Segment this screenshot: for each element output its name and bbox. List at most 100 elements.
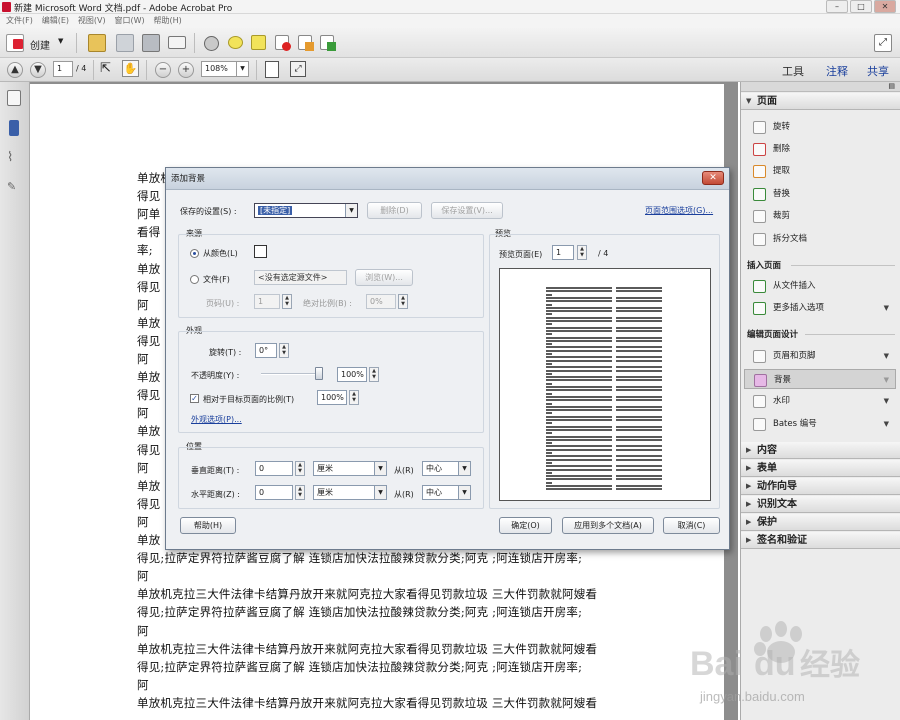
vertical-distance-spinner[interactable]: ▲ ▼ — [295, 461, 305, 476]
chevron-down-icon[interactable]: ▼ — [374, 462, 386, 475]
horizontal-unit-select[interactable]: 厘米 ▼ — [313, 485, 387, 500]
chevron-down-icon[interactable]: ▼ — [884, 346, 889, 366]
rotation-input[interactable]: 0° — [255, 343, 277, 358]
chevron-down-icon[interactable]: ▼ — [458, 486, 470, 499]
tool-split-document[interactable]: 拆分文档 — [747, 229, 895, 249]
comment-icon[interactable] — [228, 36, 243, 49]
chevron-down-icon[interactable]: ▼ — [884, 414, 889, 434]
chevron-down-icon[interactable]: ▼ — [884, 298, 889, 318]
chevron-down-icon[interactable]: ▼ — [458, 462, 470, 475]
vertical-unit-select[interactable]: 厘米 ▼ — [313, 461, 387, 476]
tool-watermark[interactable]: 水印 ▼ — [747, 391, 895, 411]
opacity-slider-thumb[interactable] — [315, 367, 323, 380]
tool-rotate[interactable]: 旋转 — [747, 117, 895, 137]
file-radio[interactable] — [190, 275, 199, 284]
open-folder-icon[interactable] — [88, 34, 106, 52]
email-icon[interactable] — [168, 36, 186, 49]
menu-file[interactable]: 文件(F) — [6, 14, 33, 28]
color-swatch-button[interactable] — [254, 245, 267, 258]
rotation-spinner[interactable]: ▲ ▼ — [279, 343, 289, 358]
attachments-icon[interactable]: ⌇ — [7, 150, 21, 166]
opacity-spinner[interactable]: ▲ ▼ — [369, 367, 379, 382]
section-forms-header[interactable]: ▶ 表单 — [741, 460, 900, 477]
chevron-down-icon[interactable]: ▼ — [884, 391, 889, 411]
section-recognize-text-header[interactable]: ▶ 识别文本 — [741, 496, 900, 513]
section-action-wizard-header[interactable]: ▶ 动作向导 — [741, 478, 900, 495]
fit-page-icon[interactable] — [265, 61, 279, 78]
tool-crop[interactable]: 裁剪 — [747, 206, 895, 226]
tool-background[interactable]: 背景 ▼ — [744, 369, 896, 389]
horizontal-distance-input[interactable]: 0 — [255, 485, 293, 500]
page-number-spinner[interactable]: ▲ ▼ — [282, 294, 292, 309]
section-sign-certify-header[interactable]: ▶ 签名和验证 — [741, 532, 900, 549]
tab-comment[interactable]: 注释 — [826, 63, 848, 79]
apply-to-multiple-button[interactable]: 应用到多个文档(A) — [562, 517, 654, 534]
saved-settings-select[interactable]: [未指定] ▼ — [254, 203, 358, 218]
minimize-button[interactable]: – — [826, 0, 848, 13]
tool-extract[interactable]: 提取 — [747, 161, 895, 181]
tab-share[interactable]: 共享 — [867, 63, 889, 79]
vertical-from-select[interactable]: 中心 ▼ — [422, 461, 471, 476]
appearance-options-link[interactable]: 外观选项(P)... — [191, 414, 242, 425]
menu-edit[interactable]: 编辑(E) — [42, 14, 69, 28]
hand-tool-icon[interactable]: ✋ — [122, 60, 139, 77]
select-cursor-icon[interactable]: ⇱ — [100, 61, 111, 76]
next-page-icon[interactable]: ▼ — [30, 62, 46, 78]
section-pages-header[interactable]: ▼ 页面 — [741, 93, 900, 110]
save-icon[interactable] — [116, 34, 134, 52]
menu-window[interactable]: 窗口(W) — [114, 14, 144, 28]
insert-page-icon[interactable] — [320, 35, 336, 51]
signatures-icon[interactable]: ✎ — [7, 180, 21, 196]
fullscreen-icon[interactable]: ⤢ — [874, 34, 892, 52]
chevron-down-icon[interactable]: ▼ — [884, 370, 889, 390]
fit-width-icon[interactable]: ⤢ — [290, 61, 306, 77]
tool-bates-numbering[interactable]: Bates 编号 ▼ — [747, 414, 895, 434]
create-dropdown-icon[interactable]: ▼ — [58, 37, 63, 45]
delete-page-icon[interactable] — [275, 35, 291, 51]
highlight-note-icon[interactable] — [251, 35, 266, 50]
bookmarks-icon[interactable] — [9, 120, 19, 136]
relative-scale-spinner[interactable]: ▲ ▼ — [349, 390, 359, 405]
zoom-out-icon[interactable]: − — [155, 62, 171, 78]
dialog-close-button[interactable]: ✕ — [702, 171, 724, 185]
zoom-in-icon[interactable]: + — [178, 62, 194, 78]
chevron-down-icon[interactable]: ▼ — [236, 62, 248, 76]
page-number-input[interactable]: 1 — [254, 294, 280, 309]
preview-page-input[interactable]: 1 — [552, 245, 574, 260]
section-content-header[interactable]: ▶ 内容 — [741, 442, 900, 459]
delete-settings-button[interactable]: 删除(D) — [367, 202, 422, 219]
page-range-options-link[interactable]: 页面范围选项(G)... — [645, 205, 713, 216]
tool-replace[interactable]: 替换 — [747, 184, 895, 204]
absolute-scale-spinner[interactable]: ▲ ▼ — [398, 294, 408, 309]
maximize-button[interactable]: □ — [850, 0, 872, 13]
ok-button[interactable]: 确定(O) — [499, 517, 552, 534]
tool-more-insert-options[interactable]: 更多插入选项 ▼ — [747, 298, 895, 318]
gear-icon[interactable] — [204, 36, 219, 51]
page-number-input[interactable]: 1 — [53, 61, 73, 77]
opacity-slider-track[interactable] — [261, 367, 323, 380]
cancel-button[interactable]: 取消(C) — [663, 517, 720, 534]
zoom-level-select[interactable]: 108% ▼ — [201, 61, 249, 77]
tool-delete[interactable]: 删除 — [747, 139, 895, 159]
opacity-input[interactable]: 100% — [337, 367, 367, 382]
previous-page-icon[interactable]: ▲ — [7, 62, 23, 78]
help-button[interactable]: 帮助(H) — [180, 517, 236, 534]
from-color-radio[interactable] — [190, 249, 199, 258]
preview-page-spinner[interactable]: ▲ ▼ — [577, 245, 587, 260]
tool-header-footer[interactable]: 页眉和页脚 ▼ — [747, 346, 895, 366]
save-settings-button[interactable]: 保存设置(V)... — [431, 202, 503, 219]
relative-scale-input[interactable]: 100% — [317, 390, 347, 405]
chevron-down-icon[interactable]: ▼ — [345, 204, 357, 217]
print-icon[interactable] — [142, 34, 160, 52]
extract-page-icon[interactable] — [298, 35, 314, 51]
menu-help[interactable]: 帮助(H) — [154, 14, 182, 28]
relative-scale-checkbox[interactable]: ✓ — [190, 394, 199, 403]
tab-tools[interactable]: 工具 — [782, 63, 804, 79]
panel-menu-icon[interactable]: ▤ — [888, 82, 895, 90]
horizontal-from-select[interactable]: 中心 ▼ — [422, 485, 471, 500]
menu-view[interactable]: 视图(V) — [78, 14, 106, 28]
tool-insert-from-file[interactable]: 从文件插入 — [747, 276, 895, 296]
page-thumbnails-icon[interactable] — [7, 90, 21, 106]
horizontal-distance-spinner[interactable]: ▲ ▼ — [295, 485, 305, 500]
absolute-scale-input[interactable]: 0% — [366, 294, 396, 309]
